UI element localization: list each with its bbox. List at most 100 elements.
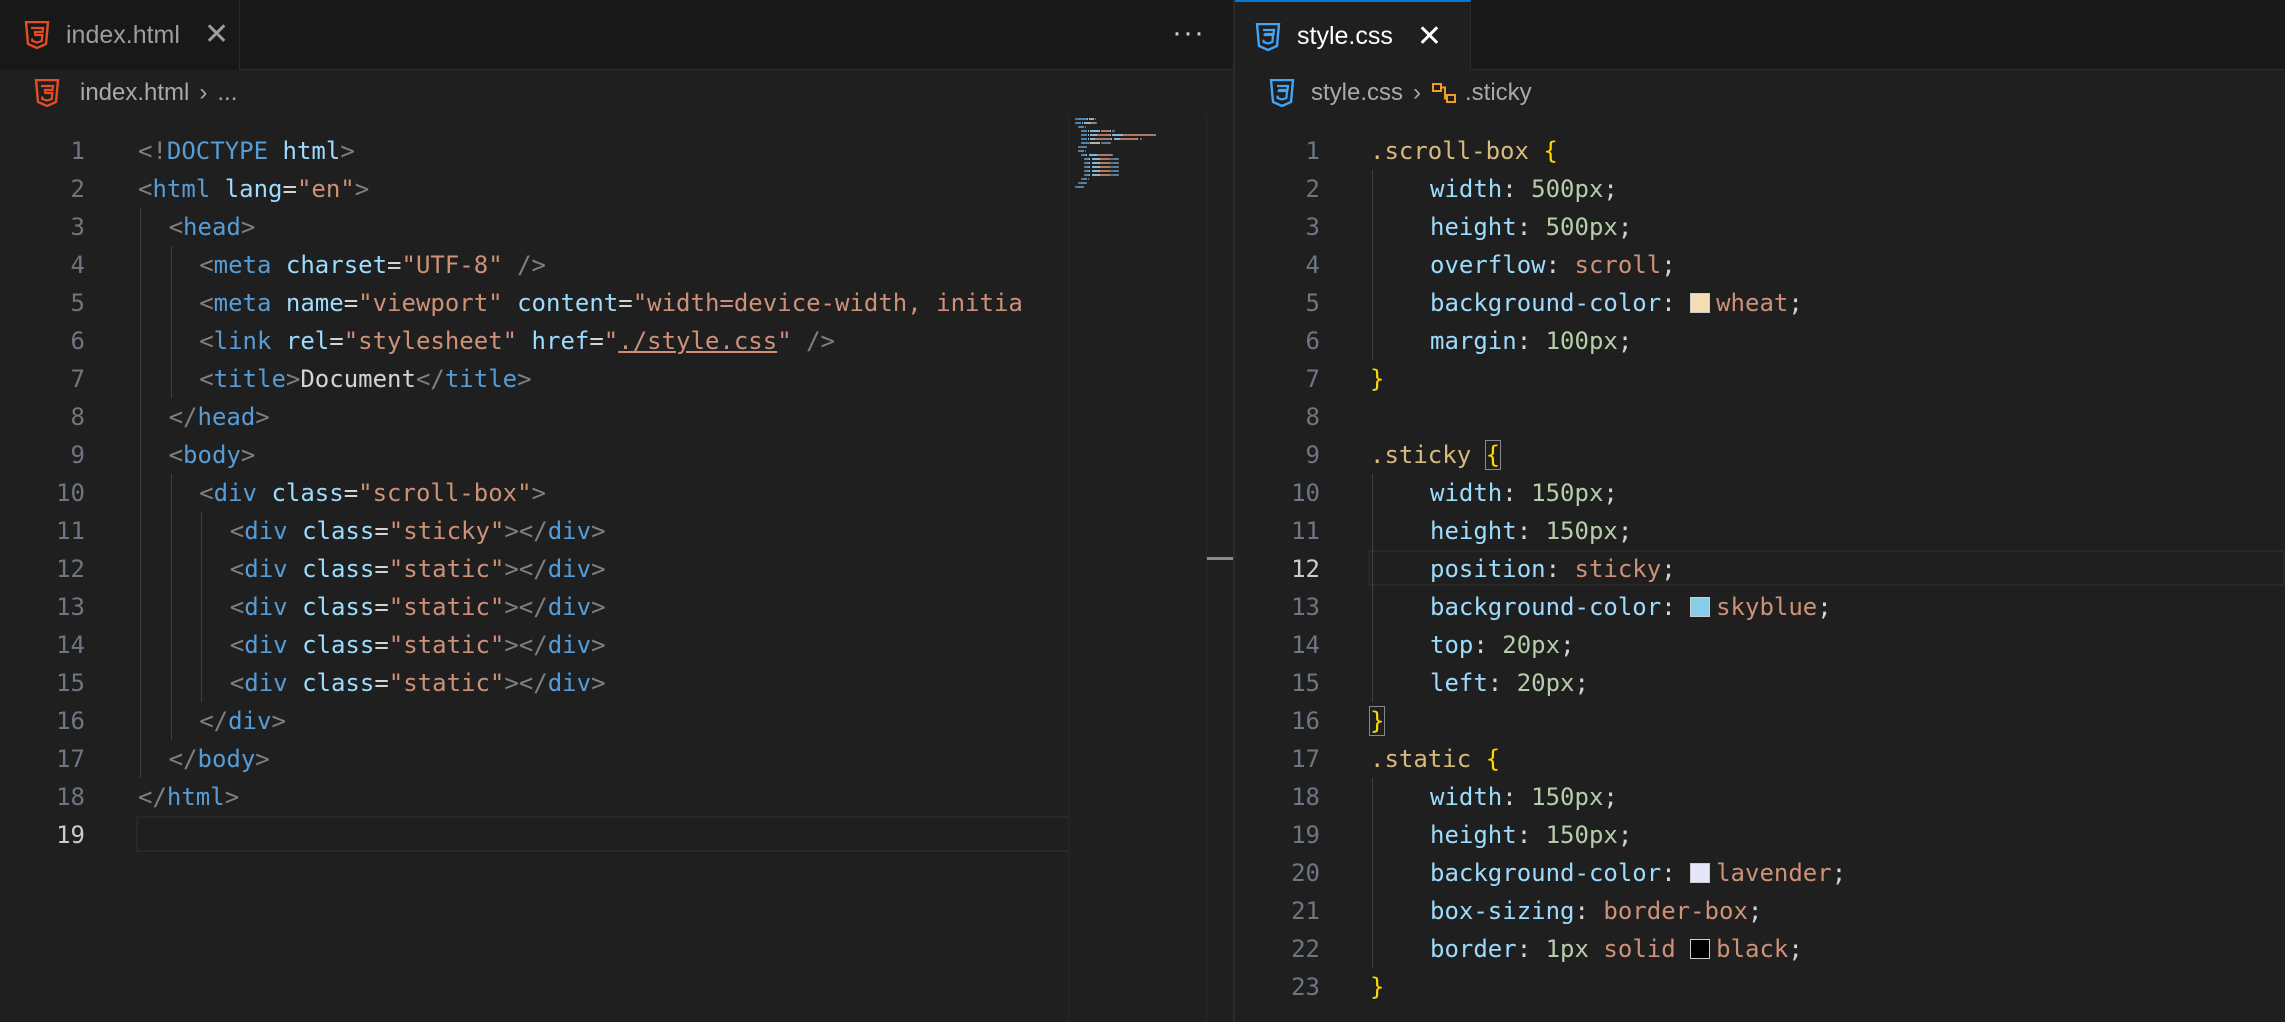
code-line[interactable]: 7}	[1235, 360, 2285, 398]
code-line[interactable]: 17 </body>	[0, 740, 1233, 778]
code-line[interactable]: 2 width: 500px;	[1235, 170, 2285, 208]
code-line[interactable]: 8 </head>	[0, 398, 1233, 436]
code-line[interactable]: 10 <div class="scroll-box">	[0, 474, 1233, 512]
indent-guide	[140, 588, 141, 626]
code-line[interactable]: 13 <div class="static"></div>	[0, 588, 1233, 626]
code-line[interactable]: 11 height: 150px;	[1235, 512, 2285, 550]
color-swatch[interactable]	[1690, 597, 1711, 617]
code-line[interactable]: 9 .sticky {	[1235, 436, 2285, 474]
code-line[interactable]: 15 <div class="static"></div>	[0, 664, 1233, 702]
code-line[interactable]: 10 width: 150px;	[1235, 474, 2285, 512]
code-line[interactable]: 14 <div class="static"></div>	[0, 626, 1233, 664]
close-icon[interactable]: ✕	[1417, 21, 1442, 52]
code-line[interactable]: 20 background-color: lavender;	[1235, 854, 2285, 892]
minimap-mark	[1094, 118, 1096, 120]
code-line[interactable]: 4 <meta charset="UTF-8" />	[0, 246, 1233, 284]
code-line[interactable]: 11 <div class="sticky"></div>	[0, 512, 1233, 550]
tab-style-css[interactable]: style.css ✕	[1235, 0, 1471, 71]
code-line[interactable]: 16}	[1235, 702, 2285, 740]
indent-guide	[170, 360, 172, 398]
more-actions-icon[interactable]: ···	[1172, 16, 1205, 50]
code-line[interactable]: 5 background-color: wheat;	[1235, 284, 2285, 322]
code-token: ;	[1617, 517, 1633, 545]
breadcrumb-file[interactable]: index.html	[80, 79, 189, 107]
code-line[interactable]: 2 <html lang="en">	[0, 170, 1233, 208]
code-text: <div class="scroll-box">	[199, 474, 546, 512]
code-token: :	[1502, 175, 1532, 203]
code-token: "viewport"	[358, 289, 503, 317]
code-token: 150px	[1531, 783, 1604, 811]
code-line[interactable]: 4 overflow: scroll;	[1235, 246, 2285, 284]
code-line[interactable]: 21 box-sizing: border-box;	[1235, 892, 2285, 930]
minimap-mark	[1096, 154, 1113, 156]
code-token: =	[374, 517, 389, 545]
line-number: 10	[56, 479, 85, 507]
minimap-mark	[1085, 146, 1088, 148]
close-icon[interactable]: ✕	[204, 20, 229, 50]
code-token: </	[168, 403, 198, 431]
code-token: 1px	[1545, 935, 1589, 963]
code-token: overflow	[1430, 251, 1546, 279]
code-line[interactable]: 13 background-color: skyblue;	[1235, 588, 2285, 626]
code-line[interactable]: 14 top: 20px;	[1235, 626, 2285, 664]
minimap[interactable]	[1068, 114, 1206, 1022]
code-line[interactable]: 16 </div>	[0, 702, 1233, 740]
code-editor-css[interactable]: 1 .scroll-box {2 width: 500px; 3 height: 500…	[1235, 116, 2285, 1022]
minimap-mark	[1089, 162, 1091, 164]
code-token: =	[343, 289, 359, 317]
code-line[interactable]: 23}	[1235, 968, 2285, 1006]
code-token: :	[1545, 555, 1575, 583]
line-number: 15	[56, 669, 85, 697]
code-line[interactable]: 3 <head>	[0, 208, 1233, 246]
code-token: =	[374, 593, 389, 621]
code-token: background-color	[1430, 289, 1662, 317]
minimap-mark	[1082, 186, 1085, 188]
code-line[interactable]: 19 height: 150px;	[1235, 816, 2285, 854]
code-line[interactable]: 17 .static {	[1235, 740, 2285, 778]
breadcrumb-file[interactable]: style.css	[1311, 79, 1403, 107]
code-token: solid	[1603, 935, 1676, 963]
indent-guide	[140, 322, 141, 360]
code-token: <	[229, 631, 245, 659]
code-line[interactable]: 9 <body>	[0, 436, 1233, 474]
code-line[interactable]: 6 margin: 100px;	[1235, 322, 2285, 360]
tab-index-html[interactable]: index.html ✕	[0, 0, 240, 70]
code-line[interactable]: 1 <!DOCTYPE html>	[0, 132, 1233, 170]
code-line[interactable]: 22 border: 1px solid black;	[1235, 930, 2285, 968]
code-token: div	[547, 555, 592, 583]
code-text: width: 500px;	[1430, 170, 1618, 208]
code-line[interactable]: 5 <meta name="viewport" content="width=de…	[0, 284, 1233, 322]
color-swatch[interactable]	[1690, 863, 1711, 883]
code-line[interactable]: 12 position: sticky;	[1235, 550, 2285, 588]
color-swatch[interactable]	[1690, 293, 1711, 313]
code-line[interactable]: 15 left: 20px;	[1235, 664, 2285, 702]
breadcrumb-symbol[interactable]: .sticky	[1465, 79, 1532, 107]
code-line[interactable]: 12 <div class="static"></div>	[0, 550, 1233, 588]
line-number: 9	[1305, 441, 1320, 469]
breadcrumb-ellipsis[interactable]: ...	[217, 79, 237, 107]
code-text: .sticky {	[1370, 436, 1502, 474]
code-line[interactable]: 1 .scroll-box {	[1235, 132, 2285, 170]
code-token: 150px	[1545, 517, 1618, 545]
code-editor-html[interactable]: 1 <!DOCTYPE html> 2 <html lang="en"> 3 <head>…	[0, 116, 1233, 1022]
code-line[interactable]: 7 <title>Document</title>	[0, 360, 1233, 398]
code-line[interactable]: 18 </html>	[0, 778, 1233, 816]
code-token: </	[415, 365, 445, 393]
minimap-mark	[1117, 170, 1120, 172]
line-number: 19	[56, 821, 85, 849]
code-line[interactable]: 8	[1235, 398, 2285, 436]
vertical-scrollbar[interactable]	[1206, 114, 1233, 1022]
indent-guide	[170, 626, 172, 664]
code-line[interactable]: 19	[0, 816, 1233, 854]
code-line[interactable]: 6 <link rel="stylesheet" href="./style.cs…	[0, 322, 1233, 360]
line-number: 23	[1291, 973, 1320, 1001]
code-line[interactable]: 3 height: 500px;	[1235, 208, 2285, 246]
code-line[interactable]: 18 width: 150px;	[1235, 778, 2285, 816]
line-number: 13	[56, 593, 85, 621]
code-token: <	[229, 593, 245, 621]
minimap-mark	[1089, 158, 1091, 160]
color-swatch[interactable]	[1690, 939, 1711, 959]
